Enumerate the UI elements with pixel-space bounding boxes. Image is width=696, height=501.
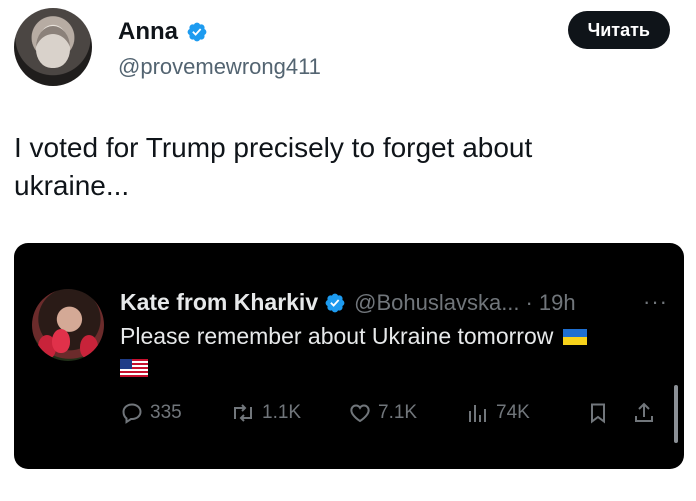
heart-icon (350, 404, 370, 423)
post-text: I voted for Trump precisely to forget ab… (14, 132, 533, 201)
bookmark-button[interactable] (586, 401, 610, 425)
views-chart-icon (469, 405, 486, 422)
author-name[interactable]: Anna (118, 18, 178, 46)
quoted-post-time[interactable]: 19h (539, 290, 576, 316)
like-count: 7.1K (378, 402, 418, 423)
share-icon (635, 402, 653, 422)
quoted-author-row: Kate from Kharkiv @Bohuslavska... · 19h (120, 289, 576, 316)
more-options-icon[interactable]: ··· (643, 289, 668, 315)
bookmark-icon (591, 403, 605, 424)
action-bar: 335 1.1K 7.1K 74K (120, 401, 668, 431)
separator-dot: · (525, 289, 533, 315)
quoted-post-text-row: Please remember about Ukraine tomorrow (120, 323, 588, 350)
scrollbar[interactable] (674, 385, 678, 443)
ukraine-flag-icon (563, 328, 588, 345)
share-button[interactable] (632, 401, 656, 425)
tulip-decoration (80, 335, 98, 359)
usa-flag-icon (120, 359, 148, 377)
repost-button[interactable]: 1.1K (230, 401, 301, 425)
post-header: Anna @provemewrong411 Читать (14, 8, 684, 88)
repost-count: 1.1K (262, 402, 302, 423)
reply-icon (122, 403, 142, 424)
views-button[interactable]: 74K (466, 401, 530, 425)
verified-badge-icon (187, 22, 207, 42)
author-handle[interactable]: @provemewrong411 (118, 54, 321, 80)
views-count: 74K (496, 402, 530, 423)
quoted-post-text: Please remember about Ukraine tomorrow (120, 323, 554, 349)
verified-badge-icon (325, 293, 345, 312)
tulip-decoration (52, 329, 70, 353)
reply-button[interactable]: 335 (120, 401, 182, 425)
quoted-author-avatar[interactable] (32, 289, 104, 361)
read-button[interactable]: Читать (567, 11, 670, 49)
quoted-post[interactable]: Kate from Kharkiv @Bohuslavska... · 19h … (14, 243, 684, 469)
quoted-author-name[interactable]: Kate from Kharkiv (120, 289, 318, 316)
author-avatar[interactable] (14, 8, 92, 86)
reply-count: 335 (150, 402, 182, 423)
repost-icon (234, 404, 252, 422)
quoted-author-handle[interactable]: @Bohuslavska... (354, 290, 519, 316)
like-button[interactable]: 7.1K (348, 401, 417, 425)
author-name-row: Anna (118, 18, 208, 46)
